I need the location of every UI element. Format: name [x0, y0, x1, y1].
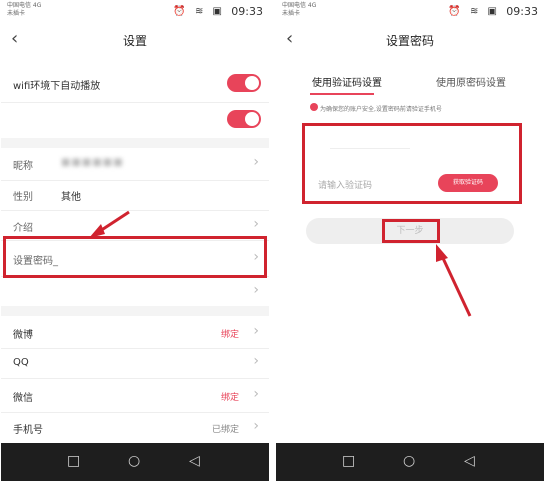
- red-arrow: [89, 210, 130, 238]
- settings-screen: 中国电信 4G 未插卡 ⏰ ≋ ▣ 09:33 ‹ 设置 wifi环境下自动播放…: [1, 0, 269, 481]
- set-password-screen: 中国电信 4G 未插卡 ⏰ ≋ ▣ 09:33 ‹ 设置密码 使用验证码设置 使…: [276, 0, 544, 481]
- red-arrow: [436, 244, 472, 317]
